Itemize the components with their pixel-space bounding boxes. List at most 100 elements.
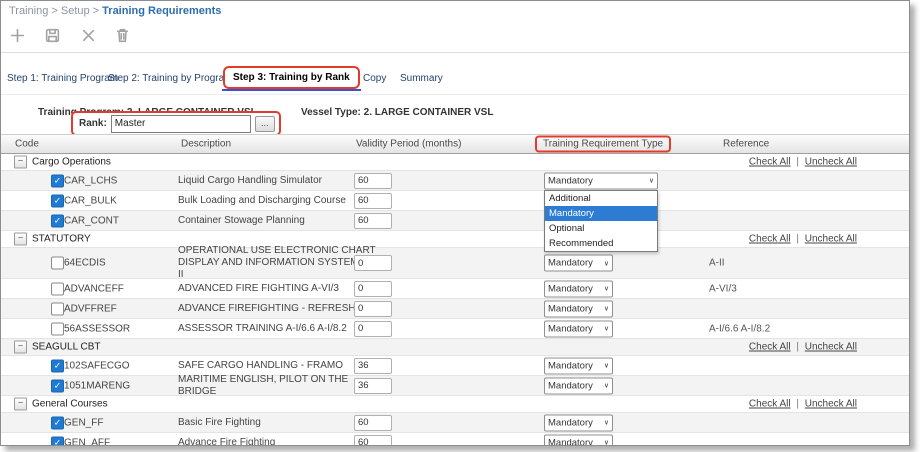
group-links: Check All | Uncheck All [749, 234, 857, 245]
grid-body: −Cargo OperationsCheck All | Uncheck All… [1, 154, 909, 446]
collapse-icon[interactable]: − [14, 398, 27, 411]
requirement-type-select[interactable]: Mandatory∨ [544, 320, 613, 337]
chevron-down-icon: ∨ [604, 259, 609, 267]
requirement-type-select[interactable]: Mandatory∨ [544, 255, 613, 272]
validity-input[interactable] [354, 281, 392, 297]
group-links: Check All | Uncheck All [749, 157, 857, 168]
validity-input[interactable] [354, 173, 392, 189]
check-all-link[interactable]: Check All [749, 234, 791, 245]
group-name: Cargo Operations [32, 157, 111, 168]
collapse-icon[interactable]: − [14, 233, 27, 246]
validity-input[interactable] [354, 415, 392, 431]
check-all-link[interactable]: Check All [749, 399, 791, 410]
course-code: CAR_LCHS [64, 175, 117, 186]
validity-input[interactable] [354, 301, 392, 317]
requirement-type-select[interactable]: Mandatory∨ [544, 280, 613, 297]
course-code: CAR_CONT [64, 215, 119, 226]
row-checkbox[interactable]: ✓ [51, 359, 64, 372]
select-option[interactable]: Recommended [545, 236, 657, 251]
table-row: ADVANCEFF ADVANCED FIRE FIGHTING A-VI/3 Ma… [1, 279, 909, 299]
select-option[interactable]: Mandatory [545, 206, 657, 221]
check-all-link[interactable]: Check All [749, 342, 791, 353]
collapse-icon[interactable]: − [14, 341, 27, 354]
requirement-type-select[interactable]: Mandatory∨ [544, 414, 613, 431]
tab-step-2-training-by-program[interactable]: Step 2: Training by Program [108, 73, 233, 84]
course-code: CAR_BULK [64, 195, 117, 206]
breadcrumb-current: Training Requirements [102, 5, 221, 17]
table-row: ✓CAR_CONTContainer Stowage PlanningManda… [1, 211, 909, 231]
select-option[interactable]: Additional [545, 191, 657, 206]
select-option[interactable]: Optional [545, 221, 657, 236]
row-checkbox[interactable]: ✓ [51, 416, 64, 429]
chevron-down-icon: ∨ [604, 305, 609, 313]
group-links: Check All | Uncheck All [749, 399, 857, 410]
requirement-type-select[interactable]: Mandatory∨ [544, 300, 613, 317]
annotation-box-rank: Rank: ... [71, 111, 281, 136]
group-links: Check All | Uncheck All [749, 342, 857, 353]
validity-input[interactable] [354, 358, 392, 374]
requirement-type-select[interactable]: Mandatory∨ [544, 357, 613, 374]
uncheck-all-link[interactable]: Uncheck All [805, 399, 857, 410]
app-window: Training > Setup > Training Requirements… [0, 0, 910, 446]
course-description: Bulk Loading and Discharging Course [178, 195, 383, 207]
delete-icon[interactable] [114, 27, 131, 44]
row-checkbox[interactable] [51, 322, 64, 335]
requirement-type-select[interactable]: Mandatory∨ [544, 172, 658, 189]
collapse-icon[interactable]: − [14, 156, 27, 169]
row-checkbox[interactable] [51, 282, 64, 295]
check-all-link[interactable]: Check All [749, 157, 791, 168]
link-separator: | [794, 399, 802, 410]
requirement-type-value: Mandatory [548, 437, 604, 446]
rank-browse-button[interactable]: ... [255, 116, 275, 132]
vessel-type-label: Vessel Type: [301, 107, 361, 118]
uncheck-all-link[interactable]: Uncheck All [805, 157, 857, 168]
chevron-down-icon: ∨ [604, 382, 609, 390]
course-description: SAFE CARGO HANDLING - FRAMO [178, 360, 383, 372]
requirement-type-value: Mandatory [548, 417, 604, 428]
save-icon[interactable] [44, 27, 61, 44]
reference-value: A-VI/3 [709, 283, 737, 294]
course-code: 64ECDIS [64, 258, 106, 269]
validity-input[interactable] [354, 435, 392, 447]
table-row: ✓1051MARENGMARITIME ENGLISH, PILOT ON TH… [1, 376, 909, 396]
tab-copy[interactable]: Copy [363, 73, 386, 84]
course-description: ADVANCED FIRE FIGHTING A-VI/3 [178, 283, 383, 295]
requirement-type-value: Mandatory [548, 283, 604, 294]
row-checkbox[interactable]: ✓ [51, 174, 64, 187]
table-row: ✓CAR_LCHS Liquid Cargo Handling Simulator… [1, 171, 909, 191]
row-checkbox[interactable] [51, 257, 64, 270]
validity-input[interactable] [354, 213, 392, 229]
validity-input[interactable] [354, 255, 392, 271]
tab-step-1-training-program[interactable]: Step 1: Training Program [7, 73, 118, 84]
validity-input[interactable] [354, 321, 392, 337]
uncheck-all-link[interactable]: Uncheck All [805, 234, 857, 245]
requirement-type-select[interactable]: Mandatory∨ [544, 434, 613, 446]
row-checkbox[interactable]: ✓ [51, 194, 64, 207]
row-checkbox[interactable]: ✓ [51, 379, 64, 392]
group-row: −SEAGULL CBTCheck All | Uncheck All [1, 339, 909, 356]
row-checkbox[interactable] [51, 302, 64, 315]
tab-summary[interactable]: Summary [400, 73, 443, 84]
column-header-code: Code [15, 139, 39, 150]
course-code: ADVANCEFF [64, 283, 124, 294]
close-icon[interactable] [80, 27, 97, 44]
row-checkbox[interactable]: ✓ [51, 436, 64, 446]
column-header-validity: Validity Period (months) [356, 139, 461, 150]
add-icon[interactable] [9, 27, 26, 44]
group-row: −STATUTORYCheck All | Uncheck All [1, 231, 909, 248]
table-row: ✓GEN_FFBasic Fire FightingMandatory∨ [1, 413, 909, 433]
rank-input[interactable] [111, 115, 251, 133]
course-description: Advance Fire Fighting [178, 437, 383, 447]
tab-strip: Step 1: Training ProgramStep 2: Training… [1, 61, 909, 95]
course-description: Liquid Cargo Handling Simulator [178, 175, 383, 187]
validity-input[interactable] [354, 378, 392, 394]
uncheck-all-link[interactable]: Uncheck All [805, 342, 857, 353]
row-checkbox[interactable]: ✓ [51, 214, 64, 227]
link-separator: | [794, 342, 802, 353]
tab-step-3-training-by-rank[interactable]: Step 3: Training by Rank [223, 66, 360, 89]
reference-value: A-II [709, 258, 725, 269]
breadcrumb-path[interactable]: Training > Setup > [9, 5, 99, 17]
group-row: −General CoursesCheck All | Uncheck All [1, 396, 909, 413]
validity-input[interactable] [354, 193, 392, 209]
requirement-type-select[interactable]: Mandatory∨ [544, 377, 613, 394]
